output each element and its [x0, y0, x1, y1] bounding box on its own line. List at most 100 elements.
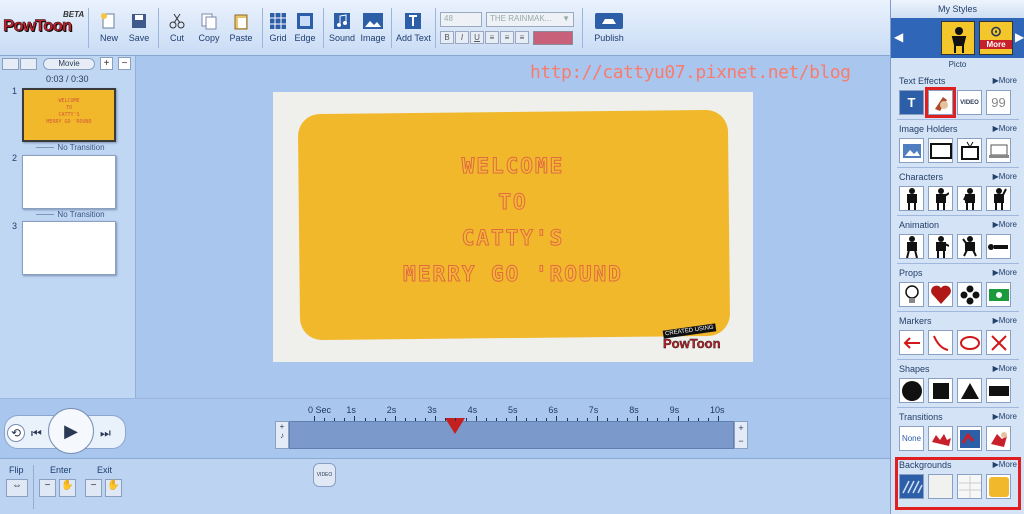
triangle-shape-icon[interactable] [957, 378, 982, 403]
grid-button[interactable]: Grid [268, 12, 288, 43]
heart-icon[interactable] [928, 282, 953, 307]
zoom-out-icon[interactable]: − [735, 435, 747, 448]
timeline-track[interactable] [289, 421, 734, 449]
photo-frame-icon[interactable] [899, 138, 924, 163]
underline-button[interactable]: U [470, 31, 484, 44]
slide-canvas[interactable]: WELCOME TO CATTY'S MERRY GO 'ROUND CREAT… [273, 92, 753, 362]
enter-hand-icon[interactable]: ✋ [59, 479, 76, 497]
circle-shape-icon[interactable] [899, 378, 924, 403]
save-button[interactable]: Save [128, 12, 150, 43]
transition-swipe-icon[interactable] [957, 426, 982, 451]
animation-point-icon[interactable] [928, 234, 953, 259]
circle-marker-icon[interactable] [957, 330, 982, 355]
bold-button[interactable]: B [440, 31, 454, 44]
more-button[interactable]: ▶More [993, 124, 1017, 133]
merry-go-round-text[interactable]: MERRY GO 'ROUND [273, 262, 753, 287]
italic-button[interactable]: I [455, 31, 469, 44]
transition-pow-icon[interactable] [928, 426, 953, 451]
stripes-icon [901, 480, 923, 493]
sound-button[interactable]: Sound [329, 12, 355, 43]
character-thinking-icon[interactable] [957, 186, 982, 211]
remove-slide-button[interactable]: − [118, 57, 131, 70]
square-shape-icon[interactable] [928, 378, 953, 403]
paste-button[interactable]: Paste [229, 12, 253, 43]
quote-icon[interactable]: 99 [986, 90, 1011, 115]
lightbulb-icon[interactable] [899, 282, 924, 307]
enter-none-icon[interactable]: − [39, 479, 56, 497]
video-chip[interactable]: VIDEO [313, 463, 336, 487]
text-color-picker[interactable] [533, 31, 573, 45]
music-note-icon: ♪ [280, 431, 284, 440]
video-text-icon[interactable]: VIDEO [957, 90, 982, 115]
slide-thumbnail[interactable] [22, 155, 116, 209]
animation-jump-icon[interactable] [957, 234, 982, 259]
slide-thumbnail[interactable]: WELCOME TO CATTY'S MERRY GO 'ROUND [22, 88, 116, 142]
zoom-in-icon[interactable]: + [735, 422, 747, 435]
font-size-select[interactable]: 48 [440, 12, 482, 27]
to-text[interactable]: TO [273, 190, 753, 215]
character-standing-icon[interactable] [899, 186, 924, 211]
flower-icon[interactable] [957, 282, 982, 307]
laptop-frame-icon[interactable] [986, 138, 1011, 163]
more-button[interactable]: ▶More [993, 268, 1017, 277]
more-button[interactable]: ▶More [993, 460, 1017, 469]
rectangle-shape-icon[interactable] [986, 378, 1011, 403]
picto-style-thumb[interactable] [941, 21, 975, 55]
publish-button[interactable]: Publish [590, 12, 628, 43]
exit-hand-icon[interactable]: ✋ [105, 479, 122, 497]
view-toggle-icon[interactable] [20, 58, 37, 70]
play-button[interactable]: ▶ [48, 408, 94, 454]
money-icon[interactable] [986, 282, 1011, 307]
movie-mode-toggle[interactable]: Movie [43, 58, 95, 70]
flip-icon[interactable]: ⇔ [6, 479, 28, 497]
yellow-background-shape[interactable] [297, 109, 731, 341]
font-family-select[interactable]: THE RAINMAK... ▼ [486, 12, 574, 27]
view-toggle-icon[interactable] [2, 58, 19, 70]
more-button[interactable]: ▶More [993, 316, 1017, 325]
step-back-icon[interactable]: ⏮ [31, 426, 42, 441]
animation-walk-icon[interactable] [899, 234, 924, 259]
curve-marker-icon[interactable] [928, 330, 953, 355]
welcome-text[interactable]: WELCOME [273, 154, 753, 179]
add-text-button[interactable]: Add Text [396, 12, 431, 43]
character-pointing-icon[interactable] [928, 186, 953, 211]
step-forward-icon[interactable]: ⏭ [100, 426, 111, 441]
rewind-icon[interactable]: ⟲ [7, 424, 25, 442]
more-button[interactable]: ▶More [993, 220, 1017, 229]
add-slide-button[interactable]: + [100, 57, 113, 70]
animation-lying-icon[interactable] [986, 234, 1011, 259]
exit-none-icon[interactable]: − [85, 479, 102, 497]
more-button[interactable]: ▶More [993, 364, 1017, 373]
background-yellow-icon[interactable] [986, 474, 1011, 499]
edge-button[interactable]: Edge [294, 12, 316, 43]
align-center-icon[interactable]: ≡ [500, 31, 514, 44]
more-styles-thumb[interactable]: ⊙ More [979, 21, 1013, 55]
more-button[interactable]: ▶More [993, 172, 1017, 181]
background-grid-icon[interactable] [957, 474, 982, 499]
more-label: More [998, 76, 1017, 85]
cattys-text[interactable]: CATTY'S [273, 226, 753, 251]
transition-none[interactable]: None [899, 426, 924, 451]
slide-thumbnail[interactable] [22, 221, 116, 275]
arrow-left-icon[interactable]: ◀ [894, 30, 903, 44]
tv-frame-icon[interactable] [957, 138, 982, 163]
add-track-icon[interactable]: + [276, 422, 288, 431]
character-waving-icon[interactable] [986, 186, 1011, 211]
cut-button[interactable]: Cut [166, 12, 188, 43]
more-button[interactable]: ▶More [993, 412, 1017, 421]
more-button[interactable]: ▶More [993, 76, 1017, 85]
hand-writing-icon[interactable] [925, 87, 956, 118]
background-striped-icon[interactable] [899, 474, 924, 499]
transition-hand-icon[interactable] [986, 426, 1011, 451]
text-effect-t-icon[interactable]: T [899, 90, 924, 115]
background-paper-icon[interactable] [928, 474, 953, 499]
new-button[interactable]: New [98, 12, 120, 43]
copy-button[interactable]: Copy [197, 12, 221, 43]
arrow-right-icon[interactable]: ▶ [1015, 30, 1024, 44]
arrow-marker-icon[interactable] [899, 330, 924, 355]
x-marker-icon[interactable] [986, 330, 1011, 355]
align-left-icon[interactable]: ≡ [485, 31, 499, 44]
align-right-icon[interactable]: ≡ [515, 31, 529, 44]
image-button[interactable]: Image [359, 12, 387, 43]
screen-frame-icon[interactable] [928, 138, 953, 163]
